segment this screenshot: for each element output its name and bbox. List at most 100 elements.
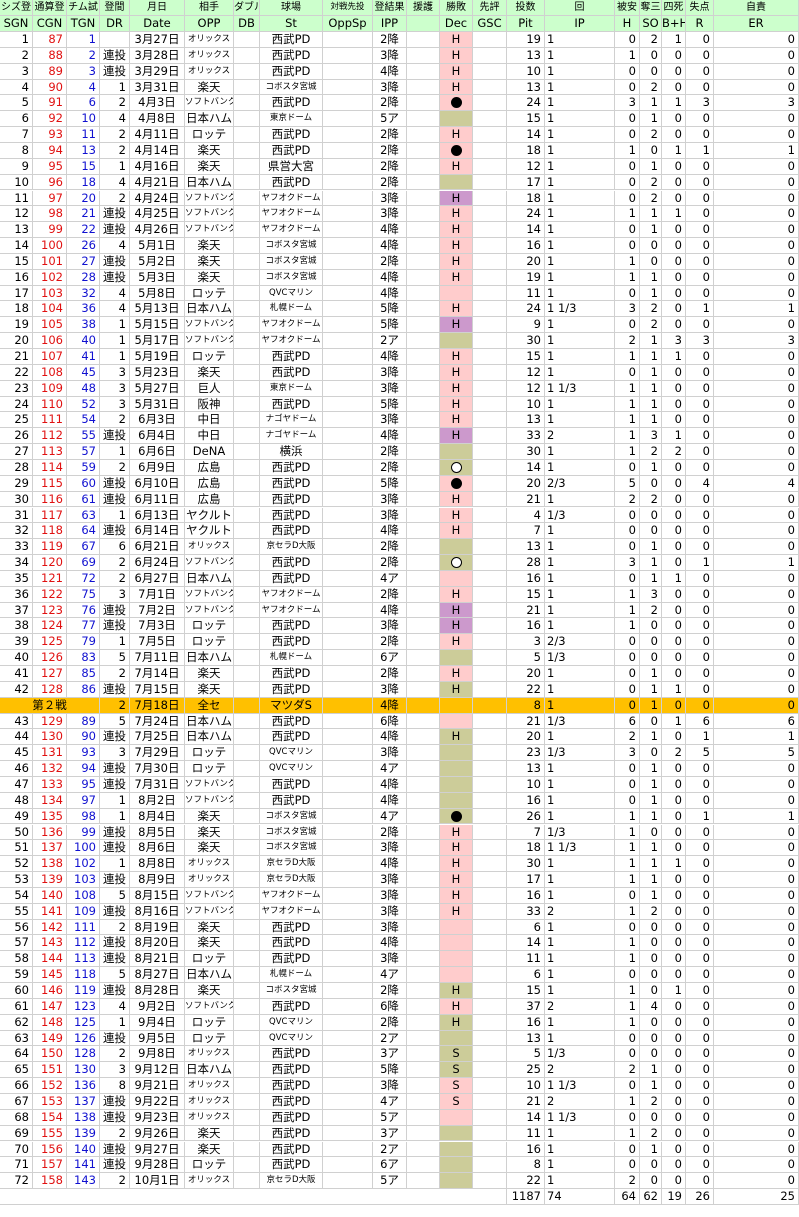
row-8-gsc[interactable]: [473, 142, 507, 159]
row-22-gsc[interactable]: [473, 364, 507, 381]
row-3-so[interactable]: 0: [640, 63, 662, 80]
row-43-er[interactable]: 6: [714, 713, 799, 730]
row-69-db[interactable]: [234, 1125, 260, 1142]
row-35-sgn[interactable]: 35: [0, 570, 33, 587]
row-6-sgn[interactable]: 6: [0, 111, 33, 128]
row-3-bh[interactable]: 0: [662, 63, 686, 80]
allstar-cell-1[interactable]: 2: [100, 697, 130, 714]
row-10-cgn[interactable]: 96: [33, 174, 67, 191]
row-49-cgn[interactable]: 135: [33, 808, 67, 825]
row-52-ipp[interactable]: 4降: [373, 856, 407, 873]
row-46-gsc[interactable]: [473, 761, 507, 777]
row-65-gsc[interactable]: [473, 1062, 507, 1079]
row-51-opp[interactable]: 楽天: [185, 840, 234, 857]
row-27-dr[interactable]: 1: [100, 444, 130, 460]
row-20-ipp[interactable]: 2ア: [373, 333, 407, 349]
row-8-tgn[interactable]: 13: [67, 142, 100, 159]
row-71-bh[interactable]: 0: [662, 1157, 686, 1174]
row-13-tgn[interactable]: 22: [67, 222, 100, 239]
row-19-ipp[interactable]: 5降: [373, 317, 407, 334]
row-22-h[interactable]: 0: [615, 364, 640, 381]
row-36-er[interactable]: 0: [714, 586, 799, 603]
row-40-date[interactable]: 7月11日: [130, 650, 185, 666]
row-69-st[interactable]: 西武PD: [260, 1125, 323, 1142]
row-37-sgn[interactable]: 37: [0, 602, 33, 619]
row-2-opp[interactable]: オリックス: [185, 47, 234, 64]
row-1-tgn[interactable]: 1: [67, 32, 100, 48]
row-29-support[interactable]: [407, 475, 440, 492]
row-72-oppsp[interactable]: [323, 1173, 373, 1190]
row-71-h[interactable]: 0: [615, 1157, 640, 1174]
allstar-cell-12[interactable]: 1: [545, 697, 615, 714]
row-68-bh[interactable]: 0: [662, 1109, 686, 1126]
row-39-sgn[interactable]: 39: [0, 634, 33, 651]
row-30-db[interactable]: [234, 491, 260, 508]
row-53-support[interactable]: [407, 872, 440, 888]
row-44-opp[interactable]: 日本ハム: [185, 729, 234, 746]
row-57-bh[interactable]: 0: [662, 935, 686, 952]
row-12-er[interactable]: 0: [714, 206, 799, 223]
row-57-opp[interactable]: 楽天: [185, 935, 234, 952]
row-52-bh[interactable]: 1: [662, 856, 686, 873]
row-33-sgn[interactable]: 33: [0, 539, 33, 556]
row-59-support[interactable]: [407, 967, 440, 983]
row-29-date[interactable]: 6月10日: [130, 475, 185, 492]
row-64-ipp[interactable]: 3ア: [373, 1046, 407, 1063]
row-7-db[interactable]: [234, 127, 260, 143]
row-3-cgn[interactable]: 89: [33, 63, 67, 80]
row-5-date[interactable]: 4月3日: [130, 95, 185, 112]
row-14-r[interactable]: 0: [686, 238, 714, 254]
row-66-ip[interactable]: 1 1/3: [545, 1078, 615, 1094]
row-37-support[interactable]: [407, 602, 440, 619]
row-46-sgn[interactable]: 46: [0, 761, 33, 777]
row-10-dec[interactable]: [440, 174, 473, 191]
row-34-st[interactable]: 西武PD: [260, 555, 323, 571]
row-49-db[interactable]: [234, 808, 260, 825]
row-41-er[interactable]: 0: [714, 666, 799, 682]
row-10-er[interactable]: 0: [714, 174, 799, 191]
row-37-opp[interactable]: ソフトバンク: [185, 602, 234, 619]
row-61-bh[interactable]: 0: [662, 998, 686, 1015]
row-44-so[interactable]: 1: [640, 729, 662, 746]
row-50-oppsp[interactable]: [323, 824, 373, 841]
row-63-ipp[interactable]: 2ア: [373, 1030, 407, 1047]
row-55-r[interactable]: 0: [686, 903, 714, 920]
row-8-oppsp[interactable]: [323, 142, 373, 159]
row-12-h[interactable]: 1: [615, 206, 640, 223]
row-1-er[interactable]: 0: [714, 32, 799, 48]
row-17-so[interactable]: 1: [640, 285, 662, 302]
row-3-support[interactable]: [407, 63, 440, 80]
row-60-date[interactable]: 8月28日: [130, 983, 185, 999]
row-22-db[interactable]: [234, 364, 260, 381]
allstar-cell-7[interactable]: 4降: [373, 697, 407, 714]
row-19-r[interactable]: 0: [686, 317, 714, 334]
row-38-so[interactable]: 0: [640, 618, 662, 635]
row-42-dr[interactable]: 連投: [100, 681, 130, 698]
row-55-date[interactable]: 8月16日: [130, 903, 185, 920]
row-40-opp[interactable]: 日本ハム: [185, 650, 234, 666]
row-19-dr[interactable]: 1: [100, 317, 130, 334]
row-59-bh[interactable]: 0: [662, 967, 686, 983]
row-7-sgn[interactable]: 7: [0, 127, 33, 143]
row-68-h[interactable]: 0: [615, 1109, 640, 1126]
row-16-st[interactable]: コボスタ宮城: [260, 269, 323, 286]
row-56-dec[interactable]: [440, 919, 473, 936]
row-20-db[interactable]: [234, 333, 260, 349]
row-28-support[interactable]: [407, 459, 440, 476]
row-48-ip[interactable]: 1: [545, 792, 615, 809]
row-19-bh[interactable]: 0: [662, 317, 686, 334]
row-47-db[interactable]: [234, 776, 260, 793]
row-17-opp[interactable]: ロッテ: [185, 285, 234, 302]
row-68-tgn[interactable]: 138: [67, 1109, 100, 1126]
row-21-dr[interactable]: 1: [100, 349, 130, 365]
row-71-st[interactable]: 西武PD: [260, 1157, 323, 1174]
row-67-dr[interactable]: 連投: [100, 1093, 130, 1110]
row-72-h[interactable]: 2: [615, 1173, 640, 1190]
allstar-cell-10[interactable]: [473, 697, 507, 714]
row-58-er[interactable]: 0: [714, 951, 799, 968]
row-27-oppsp[interactable]: [323, 444, 373, 460]
row-45-oppsp[interactable]: [323, 745, 373, 762]
row-6-dr[interactable]: 4: [100, 111, 130, 128]
row-34-r[interactable]: 1: [686, 555, 714, 571]
row-46-db[interactable]: [234, 761, 260, 777]
